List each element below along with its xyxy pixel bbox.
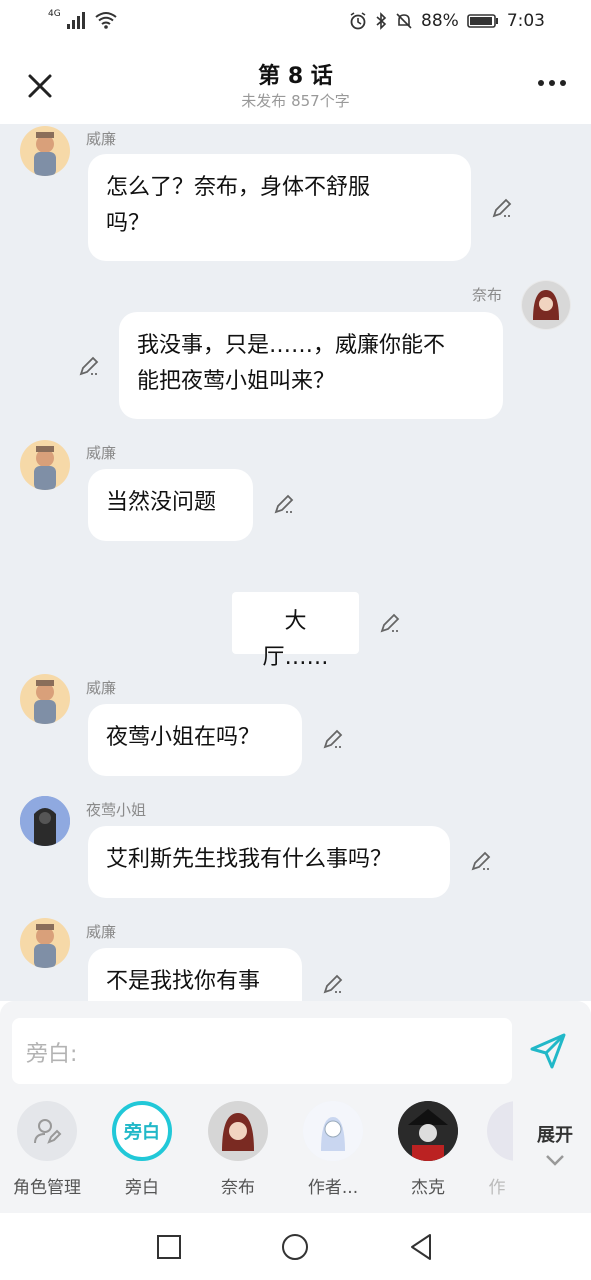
- role-selector: 角色管理 旁白 旁白 奈布 作者... 杰克 作: [0, 1101, 520, 1201]
- editor-header: 第 8 话 未发布 857个字: [0, 44, 591, 124]
- speaker-name: 奈布: [472, 286, 503, 304]
- clock: 7:03: [506, 11, 545, 31]
- send-icon[interactable]: [528, 1031, 568, 1071]
- edit-pencil-icon[interactable]: [272, 492, 296, 516]
- message-input[interactable]: 旁白:: [12, 1018, 512, 1084]
- message-bubble[interactable]: 不是我找你有事: [88, 948, 302, 1001]
- mute-icon: [396, 13, 412, 29]
- edit-pencil-icon[interactable]: [321, 972, 345, 996]
- message-bubble[interactable]: 当然没问题: [88, 469, 253, 541]
- avatar-william[interactable]: [20, 126, 70, 176]
- jack-avatar: [398, 1101, 458, 1161]
- wifi-icon: [95, 12, 117, 29]
- avatar-william[interactable]: [20, 918, 70, 968]
- message-bubble[interactable]: 艾利斯先生找我有什么事吗？: [88, 826, 450, 898]
- message-bubble[interactable]: 我没事，只是……，威廉你能不 能把夜莺小姐叫来？: [119, 312, 503, 419]
- expand-button[interactable]: 展开: [520, 1121, 590, 1172]
- compose-panel: 旁白: 角色管理 旁白 旁白 奈布 作者... 杰克 作 展开: [0, 1001, 591, 1213]
- back-icon[interactable]: [408, 1233, 434, 1261]
- message-bubble[interactable]: 怎么了？奈布，身体不舒服 吗？: [88, 154, 471, 261]
- battery-icon: [467, 14, 498, 28]
- avatar-william[interactable]: [20, 440, 70, 490]
- alarm-icon: [350, 12, 366, 30]
- speaker-name: 威廉: [86, 679, 117, 697]
- edit-pencil-icon[interactable]: [469, 849, 493, 873]
- home-icon[interactable]: [281, 1233, 309, 1261]
- speaker-name: 威廉: [86, 444, 117, 462]
- role-narration-button[interactable]: 旁白 旁白: [102, 1101, 182, 1198]
- speaker-name: 夜莺小姐: [86, 801, 147, 819]
- chapter-title: 第 8 话: [258, 64, 333, 89]
- person-edit-icon: [34, 1119, 62, 1144]
- narration-bubble[interactable]: 大厅……: [232, 592, 359, 670]
- edit-pencil-icon[interactable]: [321, 727, 345, 751]
- edit-pencil-icon[interactable]: [77, 354, 101, 378]
- battery-percent: 88%: [421, 11, 459, 31]
- role-jack-button[interactable]: 杰克: [388, 1101, 468, 1198]
- avatar-naib[interactable]: [521, 280, 571, 330]
- more-icon[interactable]: [537, 78, 567, 88]
- narration-badge: 旁白: [124, 1122, 160, 1143]
- system-nav-bar: [0, 1213, 591, 1280]
- role-author-button[interactable]: 作者...: [293, 1101, 373, 1198]
- recent-apps-icon[interactable]: [156, 1234, 182, 1260]
- speaker-name: 威廉: [86, 923, 117, 941]
- chevron-down-icon: [546, 1155, 564, 1166]
- chapter-status: 未发布 857个字: [241, 92, 350, 110]
- speaker-name: 威廉: [86, 130, 117, 148]
- bluetooth-icon: [376, 12, 387, 30]
- author-avatar: [303, 1101, 363, 1161]
- signal-icon: [66, 12, 85, 29]
- naib-avatar: [208, 1101, 268, 1161]
- role-partial-button[interactable]: 作: [481, 1101, 513, 1198]
- network-type: 4G: [48, 9, 61, 19]
- edit-pencil-icon[interactable]: [378, 611, 402, 635]
- message-bubble[interactable]: 夜莺小姐在吗？: [88, 704, 302, 776]
- edit-pencil-icon[interactable]: [490, 196, 514, 220]
- chat-area[interactable]: 威廉 怎么了？奈布，身体不舒服 吗？ 奈布 我没事，只是……，威廉你能不 能把夜…: [0, 124, 591, 1001]
- avatar-william[interactable]: [20, 674, 70, 724]
- status-bar: 4G 88% 7:03: [0, 0, 591, 44]
- input-placeholder: 旁白:: [26, 1042, 78, 1067]
- role-naib-button[interactable]: 奈布: [198, 1101, 278, 1198]
- role-manage-button[interactable]: 角色管理: [7, 1101, 87, 1198]
- avatar-nightingale[interactable]: [20, 796, 70, 846]
